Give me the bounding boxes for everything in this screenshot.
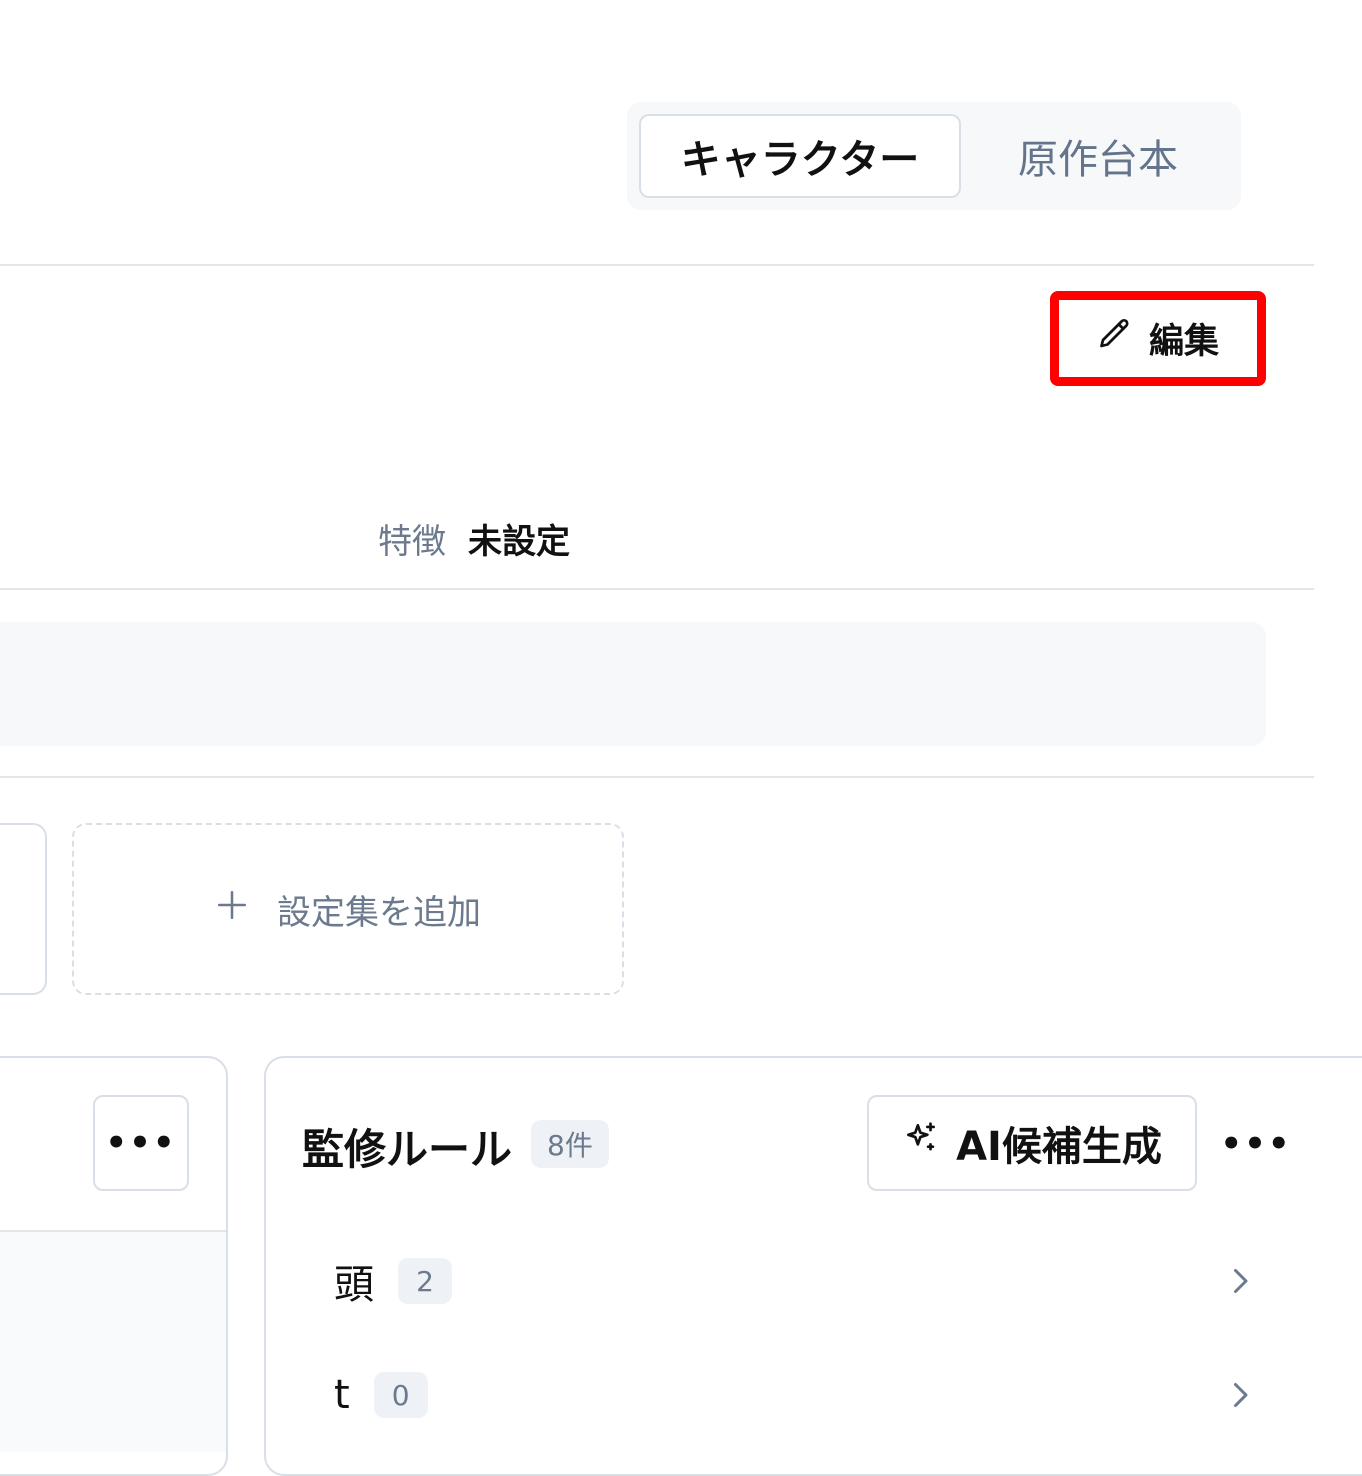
- settings-card[interactable]: [0, 823, 47, 995]
- sparkle-icon: [902, 1119, 940, 1167]
- chevron-right-icon: [1222, 1372, 1258, 1422]
- rule-name: t: [334, 1372, 350, 1418]
- more-icon: •••: [1220, 1124, 1292, 1164]
- divider: [0, 776, 1314, 778]
- add-settings-label: 設定集を追加: [277, 892, 481, 933]
- tab-character[interactable]: キャラクター: [639, 114, 961, 198]
- add-settings-button[interactable]: 設定集を追加: [72, 823, 624, 995]
- divider: [0, 264, 1314, 266]
- ai-generate-button[interactable]: AI候補生成: [867, 1095, 1197, 1191]
- edit-button-label: 編集: [1148, 322, 1219, 362]
- rules-title: 監修ルール: [302, 1125, 513, 1174]
- rules-count-badge: 8件: [531, 1120, 609, 1168]
- plus-icon: [215, 886, 249, 932]
- description-panel: [0, 622, 1266, 746]
- left-panel-body: [0, 1232, 226, 1452]
- rule-name: 頭: [334, 1262, 374, 1308]
- more-icon: •••: [105, 1123, 177, 1163]
- rule-count-badge: 0: [373, 1372, 428, 1418]
- tab-original-script[interactable]: 原作台本: [967, 114, 1229, 198]
- rules-more-button[interactable]: •••: [1220, 1120, 1289, 1168]
- feature-value: 未設定: [468, 522, 570, 562]
- rule-count-badge: 2: [398, 1258, 452, 1304]
- view-tabs: キャラクター 原作台本: [627, 102, 1241, 210]
- edit-button[interactable]: 編集: [1050, 291, 1266, 386]
- pencil-icon: [1097, 316, 1133, 361]
- ai-generate-label: AI候補生成: [956, 1124, 1162, 1170]
- chevron-right-icon: [1222, 1258, 1258, 1308]
- feature-label: 特徴: [378, 522, 446, 562]
- divider: [0, 588, 1314, 590]
- rule-row[interactable]: 頭 2: [300, 1236, 1270, 1326]
- more-options-button[interactable]: •••: [93, 1095, 189, 1191]
- rule-row[interactable]: t 0: [300, 1350, 1270, 1440]
